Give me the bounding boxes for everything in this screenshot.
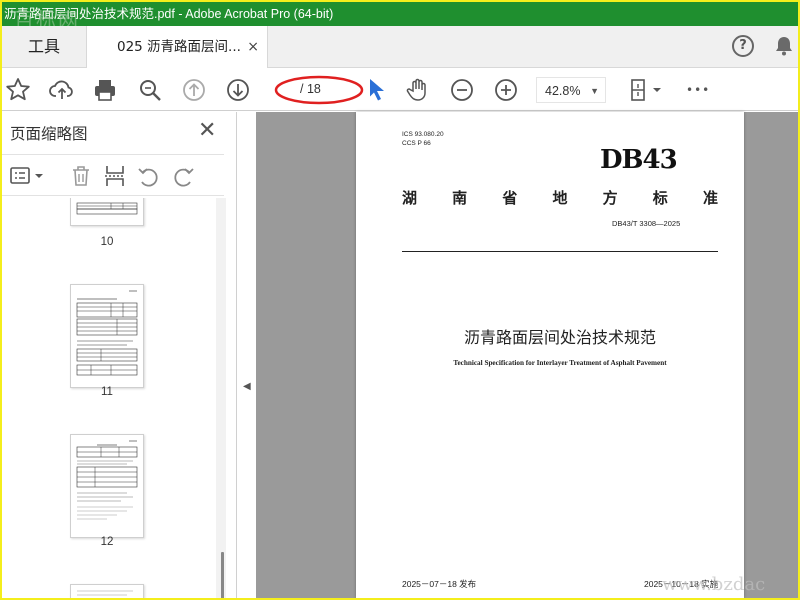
- pdf-page: ICS 93.080.20 CCS P 66 DB43 湖 南 省 地 方 标 …: [356, 112, 744, 598]
- ics-code: ICS 93.080.20: [402, 131, 444, 138]
- chevron-down-icon: ▼: [590, 86, 599, 96]
- collapse-arrow-icon[interactable]: ◀: [243, 381, 251, 392]
- close-icon[interactable]: ✕: [198, 118, 216, 143]
- redo-icon[interactable]: [170, 163, 196, 189]
- divider: [402, 251, 718, 252]
- panel-collapse-handle[interactable]: [238, 112, 256, 598]
- thumbnail-toolbar: [2, 154, 224, 196]
- issue-date: 2025－07－18 发布: [402, 579, 477, 589]
- tab-tools[interactable]: 工具: [2, 26, 86, 68]
- help-icon[interactable]: ?: [732, 35, 754, 57]
- thumbnail-page-number: 10: [100, 236, 114, 248]
- thumbnail-scrollbar[interactable]: [216, 198, 226, 598]
- delete-icon[interactable]: [68, 163, 94, 189]
- tab-close-icon[interactable]: ×: [247, 26, 259, 68]
- zoom-search-icon[interactable]: [136, 76, 164, 104]
- standard-type-char: 南: [452, 189, 468, 207]
- standard-number: DB43/T 3308—2025: [612, 219, 681, 228]
- bell-icon[interactable]: [772, 34, 796, 58]
- acrobat-window: 沥青路面层间处治技术规范.pdf - Adobe Acrobat Pro (64…: [0, 0, 800, 600]
- page-down-icon[interactable]: [224, 76, 252, 104]
- standard-type-char: 准: [702, 189, 718, 207]
- standard-type-char: 标: [652, 189, 668, 207]
- standard-type-char: 省: [502, 189, 518, 207]
- zoom-select[interactable]: 42.8% ▼: [536, 77, 606, 103]
- standard-type-char: 地: [552, 189, 568, 207]
- document-title-en: Technical Specification for Interlayer T…: [453, 359, 667, 367]
- page-thumbnail[interactable]: [70, 584, 144, 598]
- highlight-ellipse: [274, 75, 364, 105]
- zoom-in-icon[interactable]: [492, 76, 520, 104]
- thumbnail-page-number: 12: [100, 536, 114, 548]
- scrollbar-thumb[interactable]: [221, 552, 224, 598]
- page-thumbnail[interactable]: [70, 284, 144, 388]
- thumbnail-options-icon[interactable]: [8, 163, 48, 189]
- thumbnails-panel: 页面缩略图 ✕ 10 11 12: [2, 112, 237, 598]
- standard-logo: DB43: [600, 145, 678, 175]
- page-thumbnail[interactable]: [70, 198, 144, 226]
- hand-icon[interactable]: [404, 76, 432, 104]
- undo-icon[interactable]: [136, 163, 162, 189]
- tab-document-label: 025 沥青路面层间...: [117, 39, 241, 55]
- document-title-cn: 沥青路面层间处治技术规范: [463, 328, 656, 347]
- zoom-out-icon[interactable]: [448, 76, 476, 104]
- page-thumbnail[interactable]: [70, 434, 144, 538]
- insert-page-icon[interactable]: [102, 163, 128, 189]
- tab-bar: 工具 025 沥青路面层间... × ?: [2, 26, 798, 68]
- star-icon[interactable]: [4, 76, 32, 104]
- page-number-control: / 18: [274, 75, 366, 105]
- upload-icon[interactable]: [48, 76, 76, 104]
- thumbnail-page-number: 11: [101, 386, 113, 398]
- ccs-code: CCS P 66: [402, 140, 431, 147]
- watermark-bottom-right: www.bzdac: [662, 574, 766, 595]
- select-cursor-icon[interactable]: [364, 76, 392, 104]
- main-toolbar: / 18 42.8% ▼ •••: [2, 69, 798, 111]
- panel-title: 页面缩略图: [10, 125, 88, 143]
- standard-type: 湖 南 省 地 方 标 准: [402, 187, 718, 208]
- print-icon[interactable]: [91, 76, 119, 104]
- page-up-icon[interactable]: [180, 76, 208, 104]
- tab-document[interactable]: 025 沥青路面层间... ×: [86, 26, 268, 68]
- more-icon[interactable]: •••: [686, 76, 716, 104]
- zoom-value: 42.8%: [545, 84, 581, 98]
- standard-type-char: 湖: [402, 189, 418, 207]
- standard-type-char: 方: [602, 189, 618, 207]
- thumbnail-list[interactable]: 10 11 12: [2, 198, 224, 598]
- page-layout-icon[interactable]: [628, 76, 664, 104]
- title-bar: 沥青路面层间处治技术规范.pdf - Adobe Acrobat Pro (64…: [2, 2, 798, 26]
